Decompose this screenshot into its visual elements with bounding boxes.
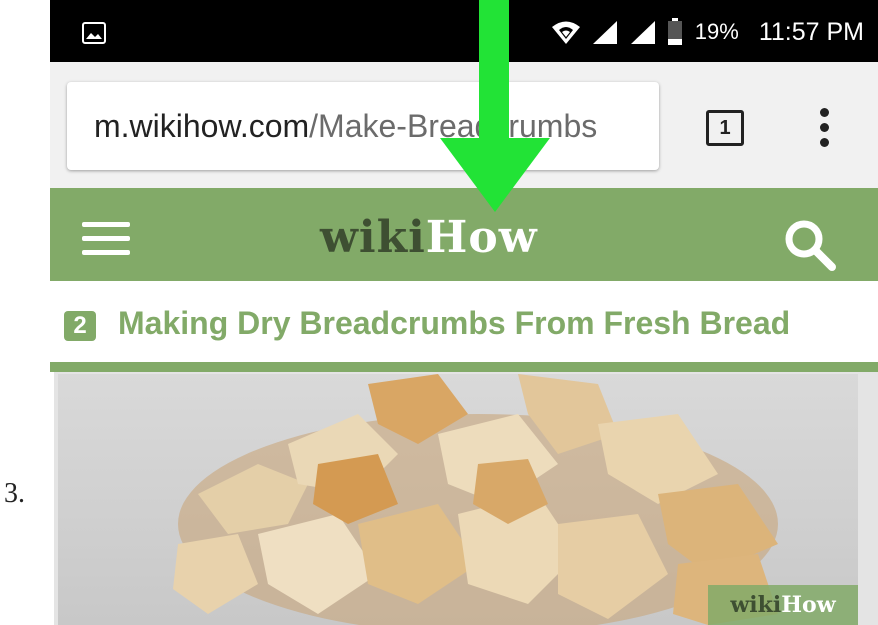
wifi-icon (551, 21, 580, 44)
watermark-how: How (781, 592, 836, 618)
section-number-badge: 2 (64, 311, 96, 341)
section-divider (50, 362, 878, 372)
watermark-wiki: wiki (730, 592, 782, 618)
battery-percent: 19% (694, 19, 739, 44)
search-icon[interactable] (780, 215, 840, 275)
signal-icon (592, 21, 617, 44)
url-domain: m.wikihow.com (94, 108, 310, 144)
battery-icon (667, 18, 682, 45)
annotation-arrow-icon (440, 0, 550, 212)
wikihow-logo[interactable]: wikiHow (320, 212, 538, 263)
section-title: Making Dry Breadcrumbs From Fresh Bread (118, 305, 791, 341)
breadcrumbs-photo: wikiHow (58, 374, 858, 625)
image-notification-icon (82, 22, 106, 44)
step-number: 3. (4, 478, 25, 509)
tab-switcher-button[interactable]: 1 (706, 110, 744, 146)
address-bar[interactable]: m.wikihow.com/Make-Breadcrumbs (67, 82, 659, 170)
logo-wiki: wiki (320, 212, 426, 263)
overflow-menu-icon[interactable] (820, 108, 830, 153)
signal-icon-2 (630, 21, 655, 44)
phone-screenshot: 19% 11:57 PM m.wikihow.com/Make-Breadcru… (50, 0, 878, 625)
logo-how: How (425, 212, 538, 263)
hamburger-menu-icon[interactable] (82, 222, 130, 264)
image-watermark: wikiHow (708, 585, 858, 625)
clock: 11:57 PM (758, 17, 864, 46)
